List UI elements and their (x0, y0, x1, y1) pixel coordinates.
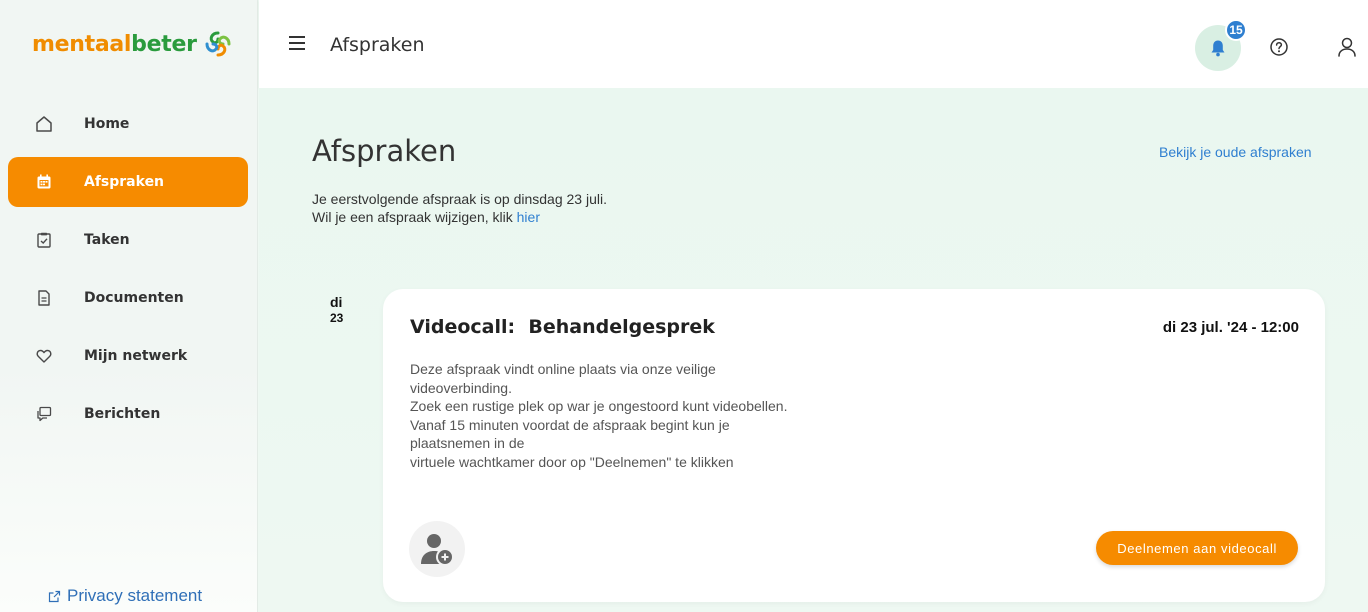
home-icon (34, 114, 54, 134)
intro-line-1: Je eerstvolgende afspraak is op dinsdag … (312, 191, 607, 207)
description-line: virtuele wachtkamer door op "Deelnemen" … (410, 453, 734, 470)
old-appointments-link[interactable]: Bekijk je oude afspraken (1159, 144, 1312, 160)
appointment-card: Videocall: Behandelgesprek di 23 jul. '2… (383, 289, 1325, 602)
sidebar-item-home[interactable]: Home (8, 99, 248, 149)
sidebar-item-label: Home (84, 116, 130, 132)
logo-text: mentaalbeter (32, 32, 197, 57)
main-content: Afspraken Bekijk je oude afspraken Je ee… (259, 88, 1368, 612)
sidebar-item-taken[interactable]: Taken (8, 215, 248, 265)
top-header: Afspraken 15 (259, 0, 1368, 88)
privacy-statement-link[interactable]: Privacy statement (48, 586, 202, 606)
intro-text: Je eerstvolgende afspraak is op dinsdag … (312, 190, 607, 226)
hamburger-menu-icon[interactable] (289, 36, 305, 50)
intro-line-2-text: Wil je een afspraak wijzigen, klik (312, 209, 517, 225)
sidebar: mentaalbeter Home Afspraken Taken Docume… (0, 0, 258, 612)
user-medical-icon (421, 534, 454, 566)
notification-count-badge: 15 (1225, 19, 1247, 41)
page-title: Afspraken (312, 134, 457, 168)
sidebar-nav: Home Afspraken Taken Documenten Mijn net… (0, 99, 258, 447)
sidebar-item-label: Afspraken (84, 174, 165, 190)
sidebar-item-label: Taken (84, 232, 130, 248)
document-icon (34, 288, 54, 308)
description-line: videoverbinding. (410, 379, 512, 396)
header-title: Afspraken (330, 34, 425, 56)
sidebar-item-mijn-netwerk[interactable]: Mijn netwerk (8, 331, 248, 381)
logo[interactable]: mentaalbeter (32, 26, 233, 62)
join-videocall-button[interactable]: Deelnemen aan videocall (1096, 531, 1298, 565)
bell-icon (1211, 40, 1225, 57)
appointment-day-label: di 23 (330, 294, 343, 325)
intro-line-2: Wil je een afspraak wijzigen, klik hier (312, 208, 607, 226)
calendar-icon (34, 172, 54, 192)
description-line: Vanaf 15 minuten voordat de afspraak beg… (410, 416, 730, 433)
heart-icon (34, 346, 54, 366)
checklist-icon (34, 230, 54, 250)
sidebar-item-berichten[interactable]: Berichten (8, 389, 248, 439)
description-line: plaatsnemen in de (410, 435, 525, 452)
appointment-description: Deze afspraak vindt online plaats via on… (410, 360, 840, 472)
sidebar-item-documenten[interactable]: Documenten (8, 273, 248, 323)
logo-mark-icon (205, 31, 231, 57)
appointment-title: Videocall: Behandelgesprek (410, 316, 715, 338)
sidebar-item-label: Berichten (84, 406, 161, 422)
sidebar-item-label: Mijn netwerk (84, 348, 188, 364)
user-profile-icon[interactable] (1337, 36, 1357, 58)
logo-text-beter: beter (131, 31, 197, 57)
chat-icon (34, 404, 54, 424)
practitioner-avatar (409, 521, 465, 577)
external-link-icon (48, 590, 61, 602)
privacy-statement-label: Privacy statement (67, 586, 203, 605)
sidebar-item-label: Documenten (84, 290, 184, 306)
logo-text-mentaal: mentaal (32, 31, 132, 57)
help-icon[interactable] (1269, 37, 1289, 57)
description-line: Zoek een rustige plek op war je ongestoo… (410, 398, 788, 415)
change-appointment-link[interactable]: hier (517, 209, 540, 225)
day-short: di (330, 294, 343, 310)
sidebar-item-afspraken[interactable]: Afspraken (8, 157, 248, 207)
description-line: Deze afspraak vindt online plaats via on… (410, 361, 716, 377)
day-number: 23 (330, 311, 344, 325)
appointment-datetime: di 23 jul. '24 - 12:00 (1162, 319, 1299, 336)
